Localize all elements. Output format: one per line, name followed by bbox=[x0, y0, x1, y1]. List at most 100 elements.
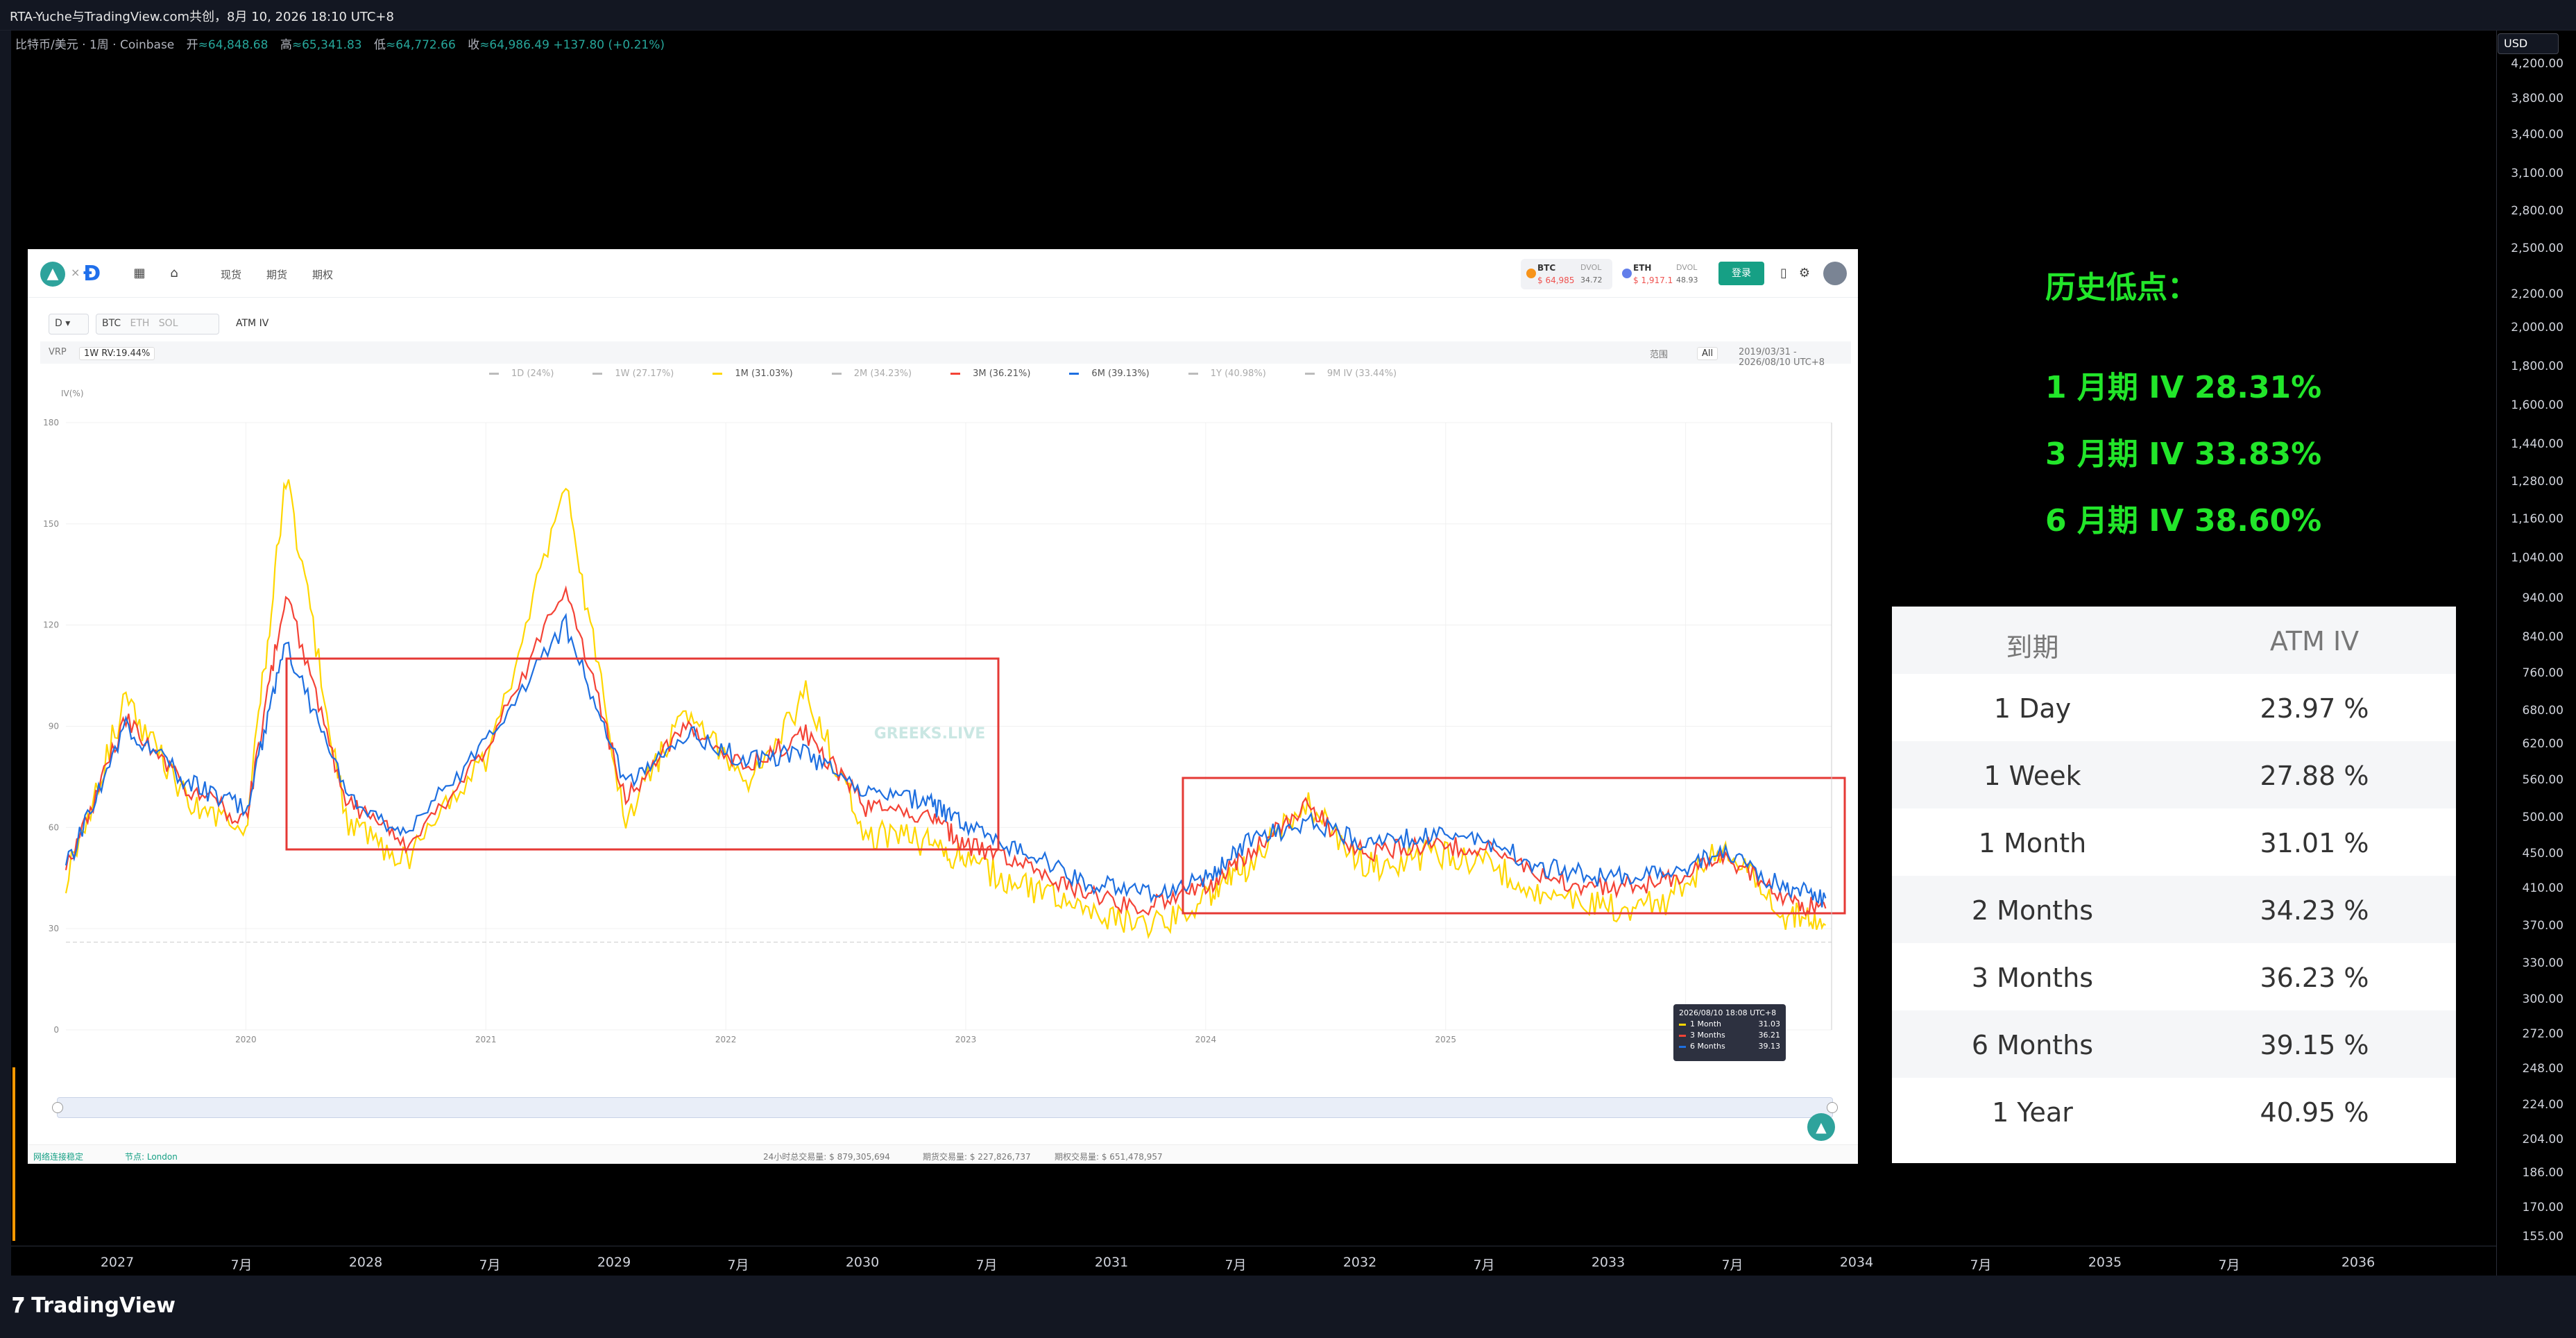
price-tick: 620.00 bbox=[2522, 737, 2564, 751]
legend-item[interactable]: 3M (36.21%) bbox=[941, 369, 1040, 379]
time-axis[interactable]: 2027 7月 2028 7月 2029 7月 2030 7月 2031 7月 2032 7月 2033… bbox=[11, 1246, 2496, 1276]
symbol-info-bar: 比特币/美元 · 1周 · Coinbase 开≈64,848.68 高≈65,… bbox=[15, 35, 665, 52]
time-tick: 7月 bbox=[479, 1257, 501, 1273]
chart-legend: 1D (24%) 1W (27.17%) 1M (31.03%) 2M (34.23%… bbox=[28, 369, 1858, 385]
legend-item[interactable]: 1M (31.03%) bbox=[703, 369, 802, 379]
eth-dvol-label: DVOL bbox=[1676, 263, 1698, 272]
zoom-handle-left[interactable] bbox=[52, 1102, 63, 1113]
price-tick: 204.00 bbox=[2522, 1133, 2564, 1146]
series-line-1-month bbox=[65, 479, 1827, 940]
tradingview-logo[interactable]: 𝟕 TradingView bbox=[12, 1294, 176, 1318]
tooltip-value: 39.13 bbox=[1758, 1042, 1781, 1051]
annotation-line: 1 月期 IV 28.31% bbox=[2045, 370, 2322, 405]
y-tick-label: 180 bbox=[43, 418, 59, 427]
legend-item[interactable]: 1Y (40.98%) bbox=[1179, 369, 1276, 379]
time-tick: 7月 bbox=[1225, 1257, 1247, 1273]
expiry-cell: 1 Month bbox=[1978, 828, 2087, 858]
volume-marker bbox=[12, 1067, 15, 1241]
price-tick: 2,800.00 bbox=[2511, 204, 2564, 218]
nav-spot[interactable]: 现货 bbox=[221, 267, 241, 282]
btc-ticker[interactable]: BTC $ 64,985 DVOL 34.72 bbox=[1521, 259, 1612, 289]
iv-cell: 31.01 % bbox=[2260, 828, 2369, 858]
legend-item[interactable]: 6M (39.13%) bbox=[1059, 369, 1159, 379]
price-tick: 450.00 bbox=[2522, 847, 2564, 861]
table-row: 1 Day 23.97 % bbox=[1892, 674, 2456, 741]
legend-item[interactable]: 1D (24%) bbox=[479, 369, 563, 379]
expiry-cell: 3 Months bbox=[1971, 963, 2094, 993]
greeks-logo-icon[interactable]: ▲ bbox=[40, 262, 65, 287]
login-button[interactable]: 登录 bbox=[1718, 262, 1764, 285]
eth-icon bbox=[1622, 269, 1632, 278]
period-label: 范围 bbox=[1650, 350, 1669, 360]
time-tick: 7月 bbox=[1970, 1257, 1992, 1273]
y-tick-label: 120 bbox=[43, 620, 59, 630]
home-icon[interactable]: ⌂ bbox=[167, 266, 182, 281]
price-tick: 3,400.00 bbox=[2511, 128, 2564, 142]
time-tick: 7月 bbox=[1473, 1257, 1495, 1273]
x-tick-label: 2024 bbox=[1195, 1035, 1217, 1044]
x-tick-label: 2023 bbox=[955, 1035, 977, 1044]
y-tick-label: 90 bbox=[49, 722, 59, 731]
price-tick: 2,200.00 bbox=[2511, 287, 2564, 301]
price-tick: 224.00 bbox=[2522, 1098, 2564, 1112]
time-tick: 7月 bbox=[727, 1257, 749, 1273]
cross-icon: × bbox=[71, 266, 80, 279]
coin-tab-btc[interactable]: BTC bbox=[102, 318, 121, 329]
x-tick-label: 2021 bbox=[475, 1035, 497, 1044]
nav-futures[interactable]: 期货 bbox=[266, 267, 287, 282]
price-scale[interactable]: 4,200.00 3,800.00 3,400.00 3,100.00 2,800.00… bbox=[2496, 31, 2576, 1276]
y-tick-label: 30 bbox=[49, 924, 59, 933]
grid-icon[interactable]: ▦ bbox=[132, 266, 147, 281]
iv-chart[interactable]: 0 30 60 90 120 150 180 2020 2021 2022 2023 2024 2025… bbox=[28, 388, 1858, 1096]
x-tick-label: 2022 bbox=[715, 1035, 737, 1044]
coin-tab-eth[interactable]: ETH bbox=[130, 318, 149, 329]
rv-selector[interactable]: 1W RV:19.44% bbox=[79, 347, 155, 360]
date-range: 2019/03/31 - 2026/08/10 UTC+8 bbox=[1739, 347, 1825, 368]
price-tick: 2,500.00 bbox=[2511, 242, 2564, 255]
zoom-handle-right[interactable] bbox=[1827, 1102, 1838, 1113]
coin-tabs[interactable]: BTC ETH SOL bbox=[96, 314, 219, 334]
price-tick: 186.00 bbox=[2522, 1166, 2564, 1180]
high-value: ≈65,341.83 bbox=[291, 38, 362, 52]
price-tick: 1,280.00 bbox=[2511, 475, 2564, 489]
tooltip-value: 31.03 bbox=[1758, 1019, 1781, 1028]
expiry-cell: 6 Months bbox=[1971, 1030, 2094, 1060]
nav-options[interactable]: 期权 bbox=[312, 267, 333, 282]
iv-cell: 34.23 % bbox=[2260, 895, 2369, 926]
deribit-logo-icon[interactable]: Ð bbox=[83, 262, 101, 286]
open-label: 开 bbox=[186, 38, 198, 52]
phone-icon[interactable]: ▯ bbox=[1776, 266, 1791, 281]
node-region: 节点: London bbox=[125, 1152, 178, 1162]
time-tick: 7月 bbox=[2218, 1257, 2240, 1273]
vrp-label: VRP bbox=[49, 347, 67, 357]
price-tick: 760.00 bbox=[2522, 666, 2564, 680]
iv-cell: 40.95 % bbox=[2260, 1097, 2369, 1128]
time-tick: 2034 bbox=[1839, 1255, 1874, 1270]
expiry-cell: 1 Week bbox=[1984, 761, 2081, 791]
atm-iv-table: 到期 ATM IV 1 Day 23.97 % 1 Week 27.88 % 1 Mon… bbox=[1892, 607, 2456, 1163]
greeks-fab-icon[interactable]: ▲ bbox=[1807, 1113, 1835, 1141]
avatar[interactable] bbox=[1823, 262, 1847, 285]
price-tick: 500.00 bbox=[2522, 811, 2564, 824]
coin-tab-sol[interactable]: SOL bbox=[159, 318, 178, 329]
coin-selector[interactable]: D ▾ bbox=[49, 314, 89, 334]
header-atm-iv: ATM IV bbox=[2269, 626, 2360, 657]
zoom-slider[interactable] bbox=[52, 1097, 1838, 1118]
legend-item[interactable]: 9M IV (33.44%) bbox=[1295, 369, 1406, 379]
price-tick: 1,600.00 bbox=[2511, 398, 2564, 412]
price-tick: 410.00 bbox=[2522, 881, 2564, 895]
time-tick: 7月 bbox=[975, 1257, 998, 1273]
legend-item[interactable]: 2M (34.23%) bbox=[822, 369, 921, 379]
symbol-label[interactable]: 比特币/美元 · 1周 · Coinbase bbox=[15, 38, 174, 52]
currency-button[interactable]: USD bbox=[2498, 33, 2559, 54]
gear-icon[interactable]: ⚙ bbox=[1797, 266, 1812, 281]
high-label: 高 bbox=[280, 38, 292, 52]
table-row: 1 Week 27.88 % bbox=[1892, 741, 2456, 808]
period-selector[interactable]: All bbox=[1697, 347, 1718, 360]
legend-item[interactable]: 1W (27.17%) bbox=[583, 369, 683, 379]
x-tick-label: 2020 bbox=[235, 1035, 257, 1044]
price-tick: 3,800.00 bbox=[2511, 92, 2564, 105]
time-tick: 2027 bbox=[100, 1255, 135, 1270]
price-tick: 155.00 bbox=[2522, 1230, 2564, 1244]
eth-ticker[interactable]: ETH $ 1,917.1 DVOL 48.93 bbox=[1617, 259, 1708, 289]
